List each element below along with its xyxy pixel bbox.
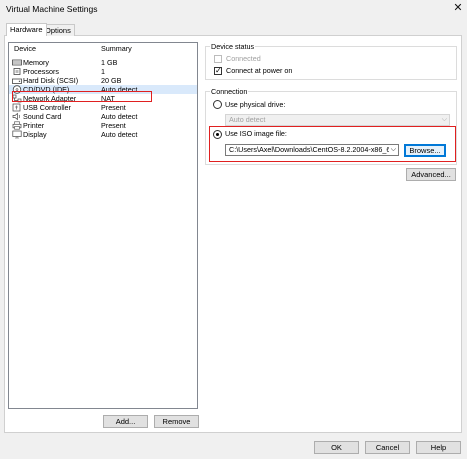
chevron-down-icon: ⌵ (441, 116, 447, 123)
physical-drive-select[interactable]: Auto detect ⌵ (225, 114, 450, 126)
help-button[interactable]: Help (416, 441, 461, 454)
device-row-display[interactable]: Display Auto detect (9, 130, 197, 139)
connection-label: Connection (210, 87, 249, 96)
usb-icon (12, 103, 22, 112)
device-name: Memory (23, 58, 49, 67)
device-summary: 1 GB (101, 58, 118, 67)
connect-at-power-on-label: Connect at power on (226, 66, 293, 75)
window-title: Virtual Machine Settings (6, 4, 98, 14)
highlight-box-iso (209, 126, 456, 162)
device-name: Hard Disk (SCSI) (23, 76, 79, 85)
tab-hardware[interactable]: Hardware (6, 23, 47, 36)
device-name: Display (23, 130, 47, 139)
device-summary: Present (101, 121, 126, 130)
device-summary: Auto detect (101, 112, 138, 121)
device-list-header: Device Summary (9, 43, 197, 54)
printer-icon (12, 121, 22, 130)
processor-icon (12, 67, 22, 76)
device-summary: 20 GB (101, 76, 122, 85)
remove-button[interactable]: Remove (154, 415, 199, 428)
device-row-memory[interactable]: Memory 1 GB (9, 58, 197, 67)
ok-button[interactable]: OK (314, 441, 359, 454)
device-list[interactable]: Device Summary Memory 1 GB Processors 1 … (8, 42, 198, 409)
device-name: USB Controller (23, 103, 71, 112)
device-row-printer[interactable]: Printer Present (9, 121, 197, 130)
sound-icon (12, 112, 22, 121)
device-row-sound-card[interactable]: Sound Card Auto detect (9, 112, 197, 121)
memory-icon (12, 58, 22, 67)
device-row-hard-disk[interactable]: Hard Disk (SCSI) 20 GB (9, 76, 197, 85)
hard-disk-icon (12, 76, 22, 85)
device-row-processors[interactable]: Processors 1 (9, 67, 197, 76)
connect-at-power-on-checkbox[interactable]: ✓ (214, 66, 222, 75)
column-header-device[interactable]: Device (14, 43, 36, 54)
physical-drive-value: Auto detect (229, 115, 266, 124)
column-header-summary[interactable]: Summary (101, 43, 132, 54)
device-name: Processors (23, 67, 59, 76)
device-summary: 1 (101, 67, 105, 76)
cancel-button[interactable]: Cancel (365, 441, 410, 454)
connected-label: Connected (226, 54, 261, 63)
add-button[interactable]: Add... (103, 415, 148, 428)
checkmark-icon: ✓ (215, 66, 222, 75)
device-row-usb-controller[interactable]: USB Controller Present (9, 103, 197, 112)
use-physical-drive-radio[interactable] (213, 100, 222, 109)
device-name: Printer (23, 121, 45, 130)
close-icon[interactable]: ✕ (451, 1, 465, 15)
device-name: Sound Card (23, 112, 62, 121)
advanced-button[interactable]: Advanced... (406, 168, 456, 181)
connected-checkbox[interactable] (214, 55, 222, 63)
device-status-label: Device status (210, 42, 256, 51)
highlight-box-cd-dvd (12, 91, 152, 102)
display-icon (12, 130, 22, 139)
use-physical-drive-label: Use physical drive: (225, 100, 286, 109)
device-summary: Present (101, 103, 126, 112)
device-summary: Auto detect (101, 130, 138, 139)
